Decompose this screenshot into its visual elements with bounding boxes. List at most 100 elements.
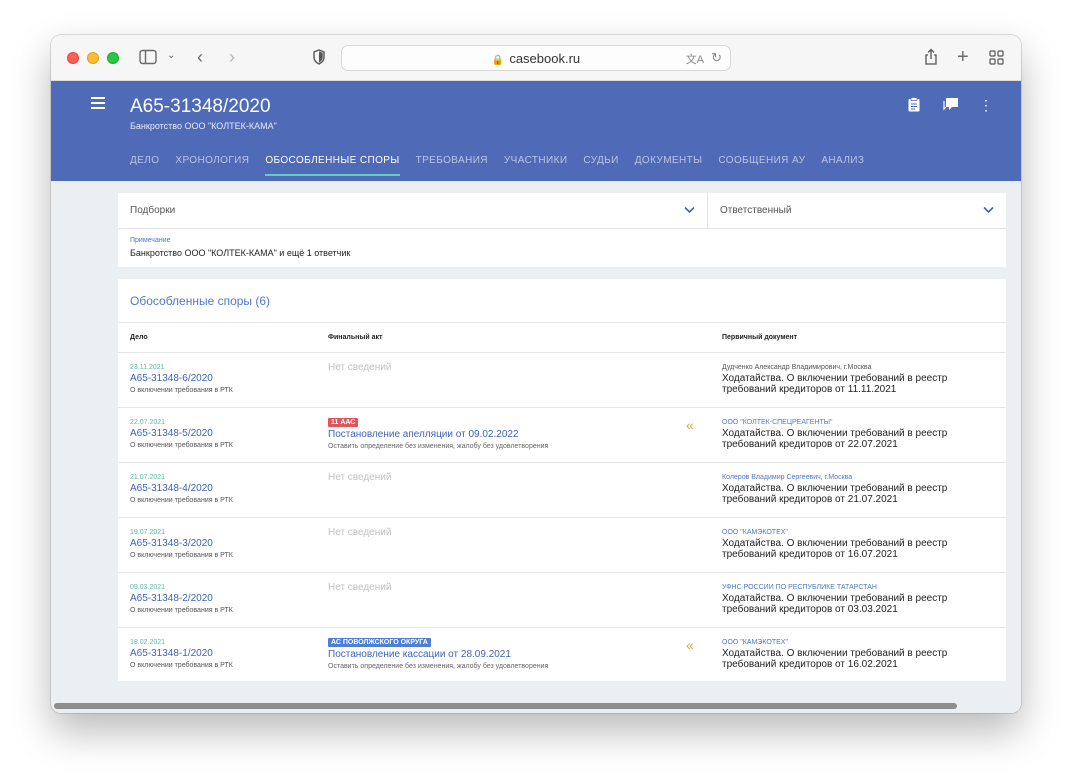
case-date: 09.03.2021 xyxy=(130,584,166,591)
primary-document-link[interactable]: Ходатайства. О включении требований в ре… xyxy=(722,428,992,450)
tab-delo[interactable]: ДЕЛО xyxy=(130,155,159,176)
sidebar-toggle-icon[interactable] xyxy=(139,49,157,69)
table-row[interactable]: 18.02.2021 А65-31348-1/2020 О включении … xyxy=(118,628,1006,683)
lock-icon: 🔒 xyxy=(491,55,505,66)
browser-window: ⌄ ‹ › 🔒 casebook.ru 文A ↻ + А65-31348/2020… xyxy=(51,35,1021,713)
final-act-empty: Нет сведений xyxy=(328,362,392,373)
note-label: Примечание xyxy=(130,237,171,244)
case-description: О включении требования в РТК xyxy=(130,497,233,504)
primary-document-link[interactable]: Ходатайства. О включении требований в ре… xyxy=(722,538,992,560)
table-header: Дело Финальный акт Первичный документ xyxy=(118,322,1006,353)
table-row[interactable]: 21.07.2021 А65-31348-4/2020 О включении … xyxy=(118,463,1006,518)
case-description: О включении требования в РТК xyxy=(130,552,233,559)
case-date: 21.07.2021 xyxy=(130,474,166,481)
final-act-link[interactable]: Постановление кассации от 28.09.2021 xyxy=(328,649,511,660)
forward-button[interactable]: › xyxy=(229,48,235,66)
case-description: О включении требования в РТК xyxy=(130,442,233,449)
double-chevron-left-icon: « xyxy=(686,417,694,433)
primary-document-link[interactable]: Ходатайства. О включении требований в ре… xyxy=(722,593,992,615)
final-act-result: Оставить определение без изменения, жало… xyxy=(328,663,549,670)
chevron-down-icon xyxy=(983,203,994,217)
chevron-down-icon[interactable]: ⌄ xyxy=(167,51,175,61)
case-subtitle: Банкротство ООО "КОЛТЕК-КАМА" xyxy=(130,121,277,131)
case-header: А65-31348/2020 Банкротство ООО "КОЛТЕК-К… xyxy=(51,81,1021,181)
more-vert-icon[interactable]: ⋮ xyxy=(979,97,993,113)
document-author-link[interactable]: ООО "КАМЭКОТЕХ" xyxy=(722,529,788,536)
filters-card: Подборки Ответственный Примечание Банкро… xyxy=(118,193,1006,267)
tab-participants[interactable]: УЧАСТНИКИ xyxy=(504,155,568,176)
zoom-window-button[interactable] xyxy=(107,52,119,64)
document-author-link[interactable]: ООО "КАМЭКОТЕХ" xyxy=(722,639,788,646)
final-act-empty: Нет сведений xyxy=(328,472,392,483)
case-date: 18.02.2021 xyxy=(130,639,166,646)
column-header-final-act[interactable]: Финальный акт xyxy=(328,334,382,341)
collections-select-label: Подборки xyxy=(130,205,176,216)
responsible-select-label: Ответственный xyxy=(720,205,792,216)
case-number-link[interactable]: А65-31348-5/2020 xyxy=(130,428,213,439)
tab-judges[interactable]: СУДЬИ xyxy=(583,155,618,176)
minimize-window-button[interactable] xyxy=(87,52,99,64)
share-icon[interactable] xyxy=(924,48,938,70)
case-number-link[interactable]: А65-31348-3/2020 xyxy=(130,538,213,549)
grid-icon[interactable] xyxy=(989,50,1004,69)
document-author-link[interactable]: УФНС РОССИИ ПО РЕСПУБЛИКЕ ТАТАРСТАН xyxy=(722,584,877,591)
primary-document-link[interactable]: Ходатайства. О включении требований в ре… xyxy=(722,648,992,670)
responsible-select[interactable]: Ответственный xyxy=(708,193,1006,229)
note-text[interactable]: Банкротство ООО "КОЛТЕК-КАМА" и ещё 1 от… xyxy=(130,248,350,258)
double-chevron-left-icon: « xyxy=(686,637,694,653)
final-act-link[interactable]: Постановление апелляции от 09.02.2022 xyxy=(328,429,519,440)
url-text: casebook.ru xyxy=(509,51,581,66)
tab-documents[interactable]: ДОКУМЕНТЫ xyxy=(635,155,703,176)
table-row[interactable]: 19.07.2021 А65-31348-3/2020 О включении … xyxy=(118,518,1006,573)
table-row[interactable]: 09.03.2021 А65-31348-2/2020 О включении … xyxy=(118,573,1006,628)
shield-icon[interactable] xyxy=(313,49,325,69)
case-number-link[interactable]: А65-31348-1/2020 xyxy=(130,648,213,659)
table-row[interactable]: 23.11.2021 А65-31348-6/2020 О включении … xyxy=(118,353,1006,408)
disputes-table: Обособленные споры (6) Дело Финальный ак… xyxy=(118,279,1006,681)
primary-document-link[interactable]: Ходатайства. О включении требований в ре… xyxy=(722,373,992,395)
case-number-link[interactable]: А65-31348-6/2020 xyxy=(130,373,213,384)
case-number-title: А65-31348/2020 xyxy=(130,96,271,117)
document-author-link[interactable]: Колеров Владимир Сергеевич, г.Москва xyxy=(722,474,852,481)
tab-analysis[interactable]: АНАЛИЗ xyxy=(821,155,864,176)
case-date: 23.11.2021 xyxy=(130,364,165,371)
reload-icon[interactable]: ↻ xyxy=(711,50,722,66)
browser-toolbar: ⌄ ‹ › 🔒 casebook.ru 文A ↻ + xyxy=(51,35,1021,81)
collections-select[interactable]: Подборки xyxy=(118,193,708,229)
back-button[interactable]: ‹ xyxy=(197,48,203,66)
horizontal-scrollbar[interactable] xyxy=(54,703,957,709)
tab-chronology[interactable]: ХРОНОЛОГИЯ xyxy=(175,155,249,176)
tab-claims[interactable]: ТРЕБОВАНИЯ xyxy=(416,155,488,176)
document-author-link[interactable]: ООО "КОЛТЕК-СПЕЦРЕАГЕНТЫ" xyxy=(722,419,833,426)
case-description: О включении требования в РТК xyxy=(130,607,233,614)
court-badge: 11 ААС xyxy=(328,418,359,427)
chevron-down-icon xyxy=(684,203,695,217)
close-window-button[interactable] xyxy=(67,52,79,64)
case-description: О включении требования в РТК xyxy=(130,662,233,669)
comments-icon[interactable] xyxy=(943,97,958,113)
case-date: 22.07.2021 xyxy=(130,419,166,426)
final-act-empty: Нет сведений xyxy=(328,527,392,538)
header-actions: ⋮ xyxy=(907,97,993,113)
tab-au-messages[interactable]: СООБЩЕНИЯ АУ xyxy=(718,155,805,176)
main-content: Подборки Ответственный Примечание Банкро… xyxy=(51,181,1021,713)
case-number-link[interactable]: А65-31348-2/2020 xyxy=(130,593,213,604)
column-header-case[interactable]: Дело xyxy=(130,334,148,341)
case-description: О включении требования в РТК xyxy=(130,387,233,394)
case-number-link[interactable]: А65-31348-4/2020 xyxy=(130,483,213,494)
address-bar[interactable]: 🔒 casebook.ru 文A ↻ xyxy=(341,45,731,71)
primary-document-link[interactable]: Ходатайства. О включении требований в ре… xyxy=(722,483,992,505)
table-title: Обособленные споры (6) xyxy=(130,294,271,308)
translate-icon[interactable]: 文A xyxy=(686,51,704,67)
final-act-empty: Нет сведений xyxy=(328,582,392,593)
hamburger-menu-icon[interactable] xyxy=(91,97,105,112)
clipboard-icon[interactable] xyxy=(907,97,921,113)
plus-icon[interactable]: + xyxy=(957,47,969,67)
case-tabs: ДЕЛО ХРОНОЛОГИЯ ОБОСОБЛЕННЫЕ СПОРЫ ТРЕБО… xyxy=(130,155,880,176)
column-header-primary-doc[interactable]: Первичный документ xyxy=(722,334,797,341)
case-date: 19.07.2021 xyxy=(130,529,166,536)
table-row[interactable]: 22.07.2021 А65-31348-5/2020 О включении … xyxy=(118,408,1006,463)
tab-separate-disputes[interactable]: ОБОСОБЛЕННЫЕ СПОРЫ xyxy=(265,155,400,176)
final-act-result: Оставить определение без изменения, жало… xyxy=(328,443,549,450)
document-author: Дудченко Александр Владимирович, г.Москв… xyxy=(722,364,872,371)
